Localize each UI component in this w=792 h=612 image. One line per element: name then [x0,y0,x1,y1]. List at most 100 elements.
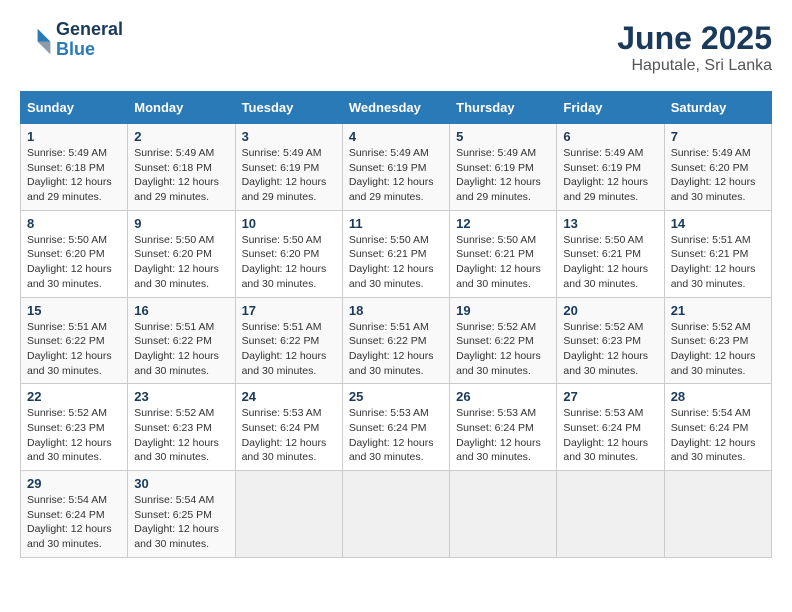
calendar-cell: 9Sunrise: 5:50 AM Sunset: 6:20 PM Daylig… [128,210,235,297]
day-number: 24 [242,389,336,404]
day-number: 12 [456,216,550,231]
calendar-cell: 26 Sunrise: 5:53 AM Sunset: 6:24 PM Dayli… [450,384,557,471]
col-monday: Monday [128,92,235,124]
calendar-cell: 8 Sunrise: 5:50 AM Sunset: 6:20 PM Daylig… [21,210,128,297]
calendar-cell: 23Sunrise: 5:52 AM Sunset: 6:23 PM Dayli… [128,384,235,471]
day-number: 18 [349,303,443,318]
calendar-cell: 20 Sunrise: 5:52 AM Sunset: 6:23 PM Dayli… [557,297,664,384]
day-info: Sunrise: 5:52 AM Sunset: 6:23 PM Dayligh… [563,320,657,379]
day-number: 7 [671,129,765,144]
calendar-week-5: 29 Sunrise: 5:54 AM Sunset: 6:24 PM Dayli… [21,471,772,558]
calendar-cell [342,471,449,558]
logo-line1: General [56,20,123,40]
day-number: 17 [242,303,336,318]
calendar-cell: 27Sunrise: 5:53 AM Sunset: 6:24 PM Dayli… [557,384,664,471]
calendar-cell: 29 Sunrise: 5:54 AM Sunset: 6:24 PM Dayli… [21,471,128,558]
calendar-cell: 11 Sunrise: 5:50 AM Sunset: 6:21 PM Dayli… [342,210,449,297]
day-number: 19 [456,303,550,318]
day-info: Sunrise: 5:50 AM Sunset: 6:21 PM Dayligh… [456,233,550,292]
day-number: 29 [27,476,121,491]
day-info: Sunrise: 5:52 AM Sunset: 6:23 PM Dayligh… [134,406,228,465]
calendar-table: Sunday Monday Tuesday Wednesday Thursday… [20,91,772,558]
day-number: 5 [456,129,550,144]
day-info: Sunrise: 5:51 AM Sunset: 6:22 PM Dayligh… [134,320,228,379]
calendar-cell: 28 Sunrise: 5:54 AM Sunset: 6:24 PM Dayli… [664,384,771,471]
calendar-cell: 5 Sunrise: 5:49 AM Sunset: 6:19 PM Daylig… [450,124,557,211]
day-number: 27 [563,389,657,404]
title-area: June 2025 Haputale, Sri Lanka [617,20,772,75]
calendar-cell: 16Sunrise: 5:51 AM Sunset: 6:22 PM Dayli… [128,297,235,384]
day-info: Sunrise: 5:54 AM Sunset: 6:25 PM Dayligh… [134,493,228,552]
col-wednesday: Wednesday [342,92,449,124]
col-sunday: Sunday [21,92,128,124]
day-info: Sunrise: 5:50 AM Sunset: 6:21 PM Dayligh… [349,233,443,292]
day-info: Sunrise: 5:49 AM Sunset: 6:19 PM Dayligh… [349,146,443,205]
col-saturday: Saturday [664,92,771,124]
day-number: 30 [134,476,228,491]
calendar-cell: 21Sunrise: 5:52 AM Sunset: 6:23 PM Dayli… [664,297,771,384]
day-info: Sunrise: 5:52 AM Sunset: 6:23 PM Dayligh… [27,406,121,465]
day-number: 10 [242,216,336,231]
day-info: Sunrise: 5:49 AM Sunset: 6:19 PM Dayligh… [563,146,657,205]
calendar-cell: 10 Sunrise: 5:50 AM Sunset: 6:20 PM Dayli… [235,210,342,297]
calendar-week-3: 15 Sunrise: 5:51 AM Sunset: 6:22 PM Dayli… [21,297,772,384]
calendar-cell [557,471,664,558]
day-number: 2 [134,129,228,144]
day-number: 4 [349,129,443,144]
calendar-cell: 6Sunrise: 5:49 AM Sunset: 6:19 PM Daylig… [557,124,664,211]
day-info: Sunrise: 5:49 AM Sunset: 6:19 PM Dayligh… [242,146,336,205]
day-info: Sunrise: 5:51 AM Sunset: 6:22 PM Dayligh… [349,320,443,379]
day-info: Sunrise: 5:50 AM Sunset: 6:20 PM Dayligh… [242,233,336,292]
day-number: 14 [671,216,765,231]
calendar-cell: 15 Sunrise: 5:51 AM Sunset: 6:22 PM Dayli… [21,297,128,384]
day-info: Sunrise: 5:50 AM Sunset: 6:20 PM Dayligh… [27,233,121,292]
calendar-cell: 7 Sunrise: 5:49 AM Sunset: 6:20 PM Daylig… [664,124,771,211]
day-number: 20 [563,303,657,318]
calendar-week-4: 22 Sunrise: 5:52 AM Sunset: 6:23 PM Dayli… [21,384,772,471]
day-number: 21 [671,303,765,318]
day-number: 11 [349,216,443,231]
calendar-cell: 4 Sunrise: 5:49 AM Sunset: 6:19 PM Daylig… [342,124,449,211]
day-info: Sunrise: 5:52 AM Sunset: 6:22 PM Dayligh… [456,320,550,379]
day-info: Sunrise: 5:49 AM Sunset: 6:20 PM Dayligh… [671,146,765,205]
day-info: Sunrise: 5:54 AM Sunset: 6:24 PM Dayligh… [671,406,765,465]
calendar-cell: 12 Sunrise: 5:50 AM Sunset: 6:21 PM Dayli… [450,210,557,297]
calendar-header: Sunday Monday Tuesday Wednesday Thursday… [21,92,772,124]
calendar-cell [450,471,557,558]
day-info: Sunrise: 5:53 AM Sunset: 6:24 PM Dayligh… [242,406,336,465]
day-info: Sunrise: 5:54 AM Sunset: 6:24 PM Dayligh… [27,493,121,552]
calendar-cell: 18 Sunrise: 5:51 AM Sunset: 6:22 PM Dayli… [342,297,449,384]
calendar-cell: 14Sunrise: 5:51 AM Sunset: 6:21 PM Dayli… [664,210,771,297]
calendar-cell: 13 Sunrise: 5:50 AM Sunset: 6:21 PM Dayli… [557,210,664,297]
day-info: Sunrise: 5:50 AM Sunset: 6:21 PM Dayligh… [563,233,657,292]
day-info: Sunrise: 5:53 AM Sunset: 6:24 PM Dayligh… [456,406,550,465]
calendar-subtitle: Haputale, Sri Lanka [617,57,772,75]
day-info: Sunrise: 5:53 AM Sunset: 6:24 PM Dayligh… [349,406,443,465]
day-number: 22 [27,389,121,404]
calendar-cell: 19 Sunrise: 5:52 AM Sunset: 6:22 PM Dayli… [450,297,557,384]
day-info: Sunrise: 5:51 AM Sunset: 6:22 PM Dayligh… [27,320,121,379]
day-info: Sunrise: 5:49 AM Sunset: 6:19 PM Dayligh… [456,146,550,205]
calendar-cell: 22 Sunrise: 5:52 AM Sunset: 6:23 PM Dayli… [21,384,128,471]
day-number: 3 [242,129,336,144]
header-row: Sunday Monday Tuesday Wednesday Thursday… [21,92,772,124]
logo-line2: Blue [56,40,123,60]
page-header: General Blue June 2025 Haputale, Sri Lan… [20,20,772,75]
day-number: 15 [27,303,121,318]
col-friday: Friday [557,92,664,124]
col-thursday: Thursday [450,92,557,124]
day-number: 8 [27,216,121,231]
day-number: 26 [456,389,550,404]
day-info: Sunrise: 5:49 AM Sunset: 6:18 PM Dayligh… [134,146,228,205]
calendar-week-1: 1Sunrise: 5:49 AM Sunset: 6:18 PM Daylig… [21,124,772,211]
logo-text: General Blue [56,20,123,60]
day-number: 28 [671,389,765,404]
col-tuesday: Tuesday [235,92,342,124]
calendar-cell: 1Sunrise: 5:49 AM Sunset: 6:18 PM Daylig… [21,124,128,211]
day-number: 13 [563,216,657,231]
calendar-week-2: 8 Sunrise: 5:50 AM Sunset: 6:20 PM Daylig… [21,210,772,297]
day-number: 9 [134,216,228,231]
calendar-cell: 24 Sunrise: 5:53 AM Sunset: 6:24 PM Dayli… [235,384,342,471]
calendar-cell [235,471,342,558]
calendar-cell: 25Sunrise: 5:53 AM Sunset: 6:24 PM Dayli… [342,384,449,471]
